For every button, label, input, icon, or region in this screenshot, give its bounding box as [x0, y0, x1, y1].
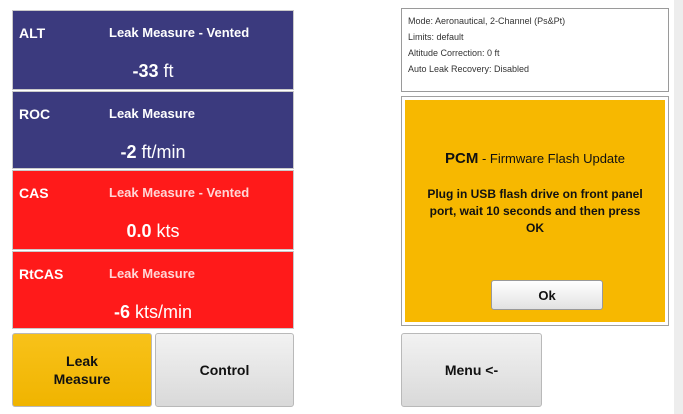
altitude-correction-text: Altitude Correction: 0 ft: [408, 48, 500, 58]
ok-button[interactable]: Ok: [491, 280, 603, 310]
value-number: -2: [120, 142, 137, 162]
panel-rtcas[interactable]: RtCAS Leak Measure -6 kts/min: [12, 251, 294, 329]
leak-measure-button[interactable]: Leak Measure: [12, 333, 152, 407]
panel-alt[interactable]: ALT Leak Measure - Vented -33 ft: [12, 10, 294, 90]
panel-cas[interactable]: CAS Leak Measure - Vented 0.0 kts: [12, 170, 294, 250]
value-number: -6: [113, 302, 130, 322]
value-unit: ft/min: [136, 142, 186, 162]
panel-name: ALT: [19, 25, 46, 41]
panel-roc[interactable]: ROC Leak Measure -2 ft/min: [12, 91, 294, 169]
panel-value: 0.0 kts: [13, 221, 293, 242]
panel-status: Leak Measure: [109, 106, 195, 121]
dialog-body: PCM - Firmware Flash Update Plug in USB …: [405, 100, 665, 322]
panel-status: Leak Measure - Vented: [109, 25, 250, 40]
panel-name: ROC: [19, 106, 51, 122]
dialog-title-text: - Firmware Flash Update: [478, 151, 625, 166]
panel-value: -33 ft: [13, 61, 293, 82]
limits-text: Limits: default: [408, 32, 464, 42]
menu-back-button[interactable]: Menu <-: [401, 333, 542, 407]
scroll-edge: [674, 0, 683, 414]
value-number: 0.0: [126, 221, 152, 241]
control-button[interactable]: Control: [155, 333, 294, 407]
value-unit: ft: [158, 61, 174, 81]
dialog-message: Plug in USB flash drive on front panel p…: [427, 187, 643, 235]
mode-text: Mode: Aeronautical, 2-Channel (Ps&Pt): [408, 16, 566, 26]
dialog-brand: PCM: [445, 150, 479, 167]
status-info-box: Mode: Aeronautical, 2-Channel (Ps&Pt) Li…: [401, 8, 669, 92]
panel-value: -6 kts/min: [13, 302, 293, 323]
value-unit: kts/min: [130, 302, 193, 322]
dialog-title: PCM - Firmware Flash Update: [405, 150, 665, 167]
panel-name: RtCAS: [19, 266, 64, 282]
panel-status: Leak Measure - Vented: [109, 185, 250, 200]
auto-leak-recovery-text: Auto Leak Recovery: Disabled: [408, 64, 530, 74]
panel-value: -2 ft/min: [13, 142, 293, 163]
value-unit: kts: [151, 221, 180, 241]
value-number: -33: [132, 61, 159, 81]
firmware-update-dialog: PCM - Firmware Flash Update Plug in USB …: [401, 96, 669, 326]
panel-name: CAS: [19, 185, 49, 201]
panel-status: Leak Measure: [109, 266, 195, 281]
